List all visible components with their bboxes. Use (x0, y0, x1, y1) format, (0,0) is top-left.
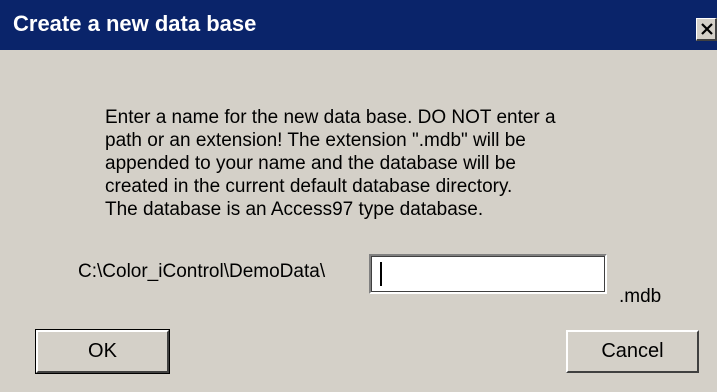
instruction-message: Enter a name for the new data base. DO N… (105, 106, 665, 221)
extension-label: .mdb (619, 286, 662, 307)
message-line: appended to your name and the database w… (105, 153, 516, 174)
title-bar[interactable]: Create a new data base (0, 0, 717, 50)
ok-button[interactable]: OK (36, 330, 169, 373)
close-icon (701, 23, 713, 35)
database-name-input[interactable] (369, 254, 607, 294)
message-line: The database is an Access97 type databas… (105, 199, 484, 220)
cancel-button[interactable]: Cancel (566, 330, 699, 373)
message-line: Enter a name for the new data base. DO N… (105, 107, 556, 128)
window-title: Create a new data base (13, 11, 257, 36)
message-line: created in the current default database … (105, 176, 513, 197)
close-button[interactable] (696, 18, 717, 41)
path-prefix-label: C:\Color_iControl\DemoData\ (78, 261, 326, 282)
create-database-dialog: Create a new data base Enter a name for … (0, 0, 717, 392)
text-caret (380, 262, 382, 286)
message-line: path or an extension! The extension ".md… (105, 130, 526, 151)
